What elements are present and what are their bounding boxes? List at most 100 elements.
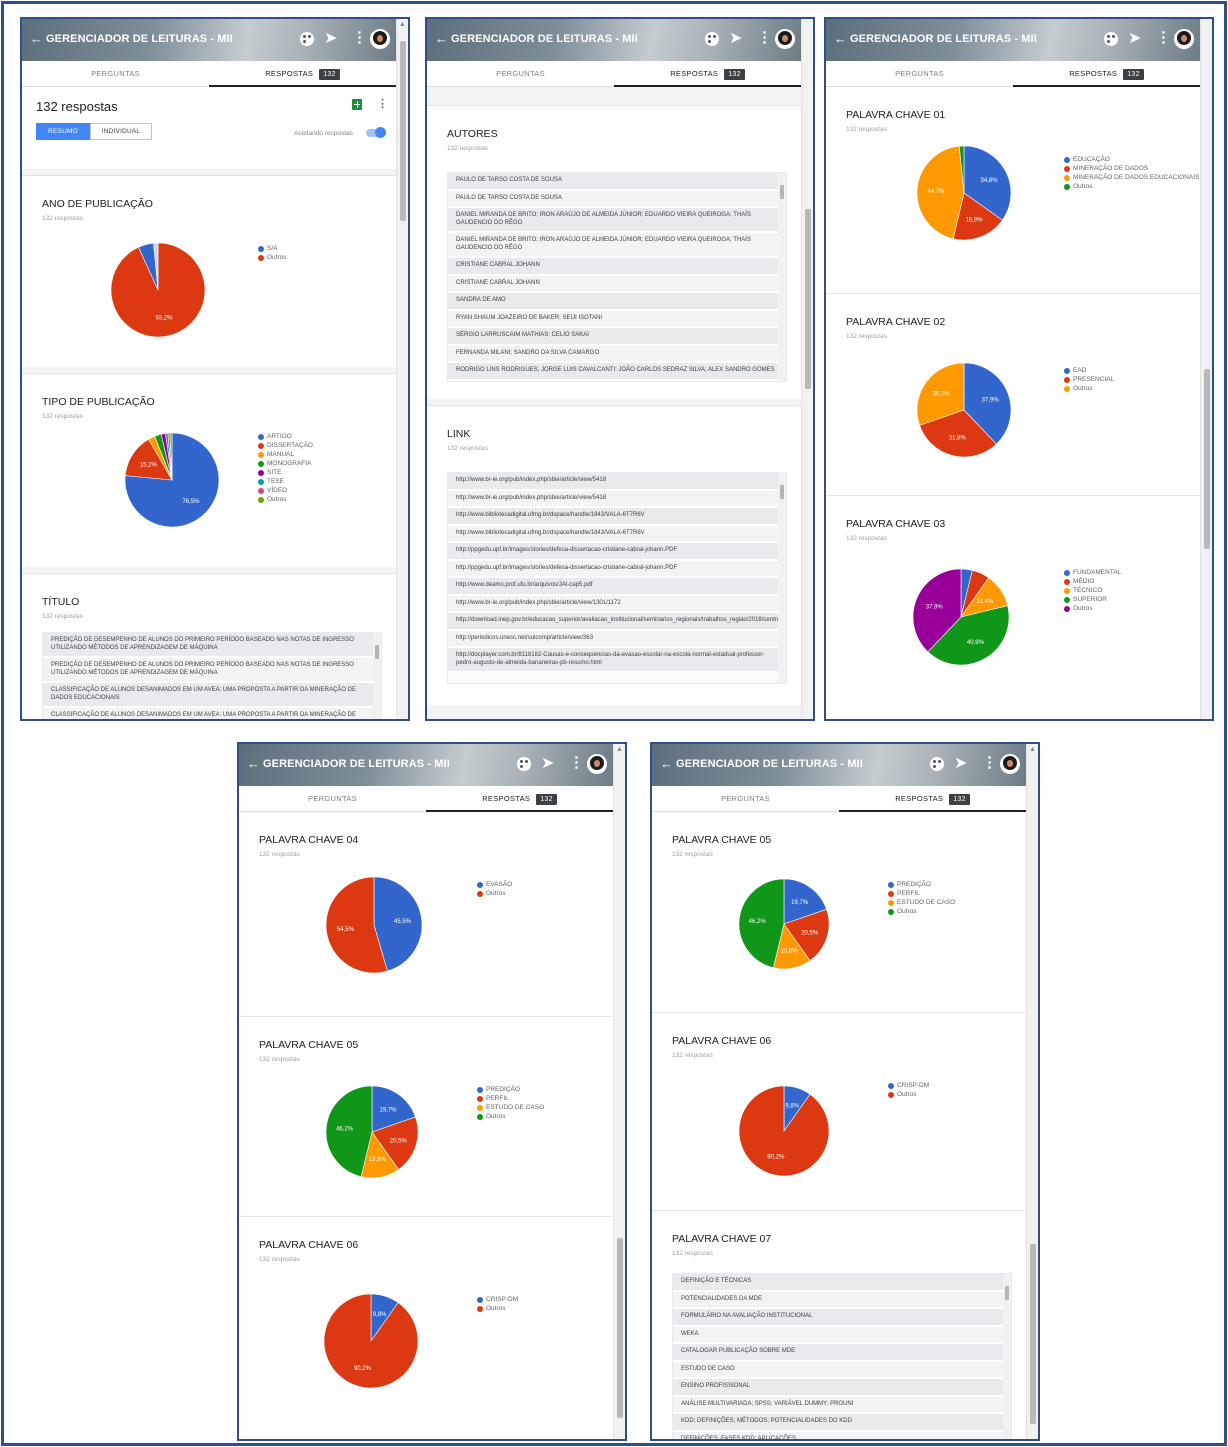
legend-swatch	[1064, 183, 1070, 190]
palette-icon[interactable]	[1104, 32, 1118, 46]
list-scrollbar[interactable]	[778, 473, 786, 683]
response-list[interactable]: PAULO DE TARSO COSTA DE SOUSA PAULO DE TA…	[447, 172, 787, 382]
scroll-up-icon[interactable]: ▲	[1029, 746, 1036, 753]
more-options-icon[interactable]: ⋮	[352, 30, 367, 46]
response-count: 132 respostas	[259, 851, 300, 858]
slice-label: 37,9%	[926, 604, 944, 610]
tab-respostas[interactable]: RESPOSTAS 132	[426, 786, 613, 812]
legend-label: MINERAÇÃO DE DADOS	[1073, 165, 1149, 172]
list-item: http://www.br-ie.org/pub/index.php/sbie/…	[448, 473, 786, 491]
list-scrollbar[interactable]	[1003, 1274, 1011, 1439]
palette-icon[interactable]	[705, 32, 719, 46]
send-icon[interactable]: ➤	[729, 31, 742, 47]
slice-label: 90,2%	[354, 1366, 372, 1372]
tab-perguntas[interactable]: PERGUNTAS	[427, 61, 614, 87]
scroll-up-icon[interactable]: ▲	[616, 746, 623, 753]
legend-label: Outros	[897, 908, 917, 915]
legend-swatch	[477, 1104, 483, 1111]
more-options-icon[interactable]: ⋮	[1156, 30, 1171, 46]
avatar[interactable]	[1000, 754, 1020, 774]
summary-toggle-button[interactable]: RESUMO	[36, 123, 90, 140]
scrollbar[interactable]: ▲	[1026, 744, 1038, 1439]
question-title: PALAVRA CHAVE 07	[672, 1233, 772, 1245]
list-scrollbar-thumb[interactable]	[780, 485, 784, 499]
response-list[interactable]: PREDIÇÃO DE DESEMPENHO DE ALUNOS DO PRIM…	[42, 632, 382, 719]
response-list[interactable]: DEFINIÇÃO E TÉCNICAS POTENCIALIDADES DA M…	[672, 1273, 1012, 1439]
accepting-responses-label: Aceitando respostas	[294, 130, 353, 137]
more-options-icon[interactable]: ⋮	[982, 755, 997, 771]
scrollbar-thumb[interactable]	[1204, 369, 1210, 549]
pie-chart: 19,7% 20,5% 13,6% 46,2%	[325, 1085, 419, 1179]
back-arrow-icon[interactable]: ←	[247, 756, 260, 771]
scroll-up-icon[interactable]: ▲	[399, 21, 406, 28]
scrollbar[interactable]: ▲	[396, 19, 408, 719]
pie-slice	[738, 1085, 830, 1177]
scrollbar-thumb[interactable]	[805, 209, 811, 389]
question-title: PALAVRA CHAVE 06	[672, 1035, 772, 1047]
list-scrollbar[interactable]	[373, 633, 381, 719]
form-title: GERENCIADOR DE LEITURAS - MII	[676, 758, 863, 770]
legend-label: TESE	[267, 478, 284, 485]
scrollbar-thumb[interactable]	[617, 1238, 623, 1418]
question-title: PALAVRA CHAVE 01	[846, 109, 946, 121]
legend-label: Outros	[897, 1091, 917, 1098]
list-scrollbar-thumb[interactable]	[375, 645, 379, 659]
response-list[interactable]: http://www.br-ie.org/pub/index.php/sbie/…	[447, 472, 787, 684]
tab-respostas[interactable]: RESPOSTAS 132	[614, 61, 801, 87]
list-item: POTENCIALIDADES DA MDE	[673, 1291, 1011, 1309]
tab-respostas[interactable]: RESPOSTAS 132	[839, 786, 1026, 812]
individual-toggle-button[interactable]: INDIVIDUAL	[90, 123, 152, 140]
tab-perguntas[interactable]: PERGUNTAS	[239, 786, 426, 812]
back-arrow-icon[interactable]: ←	[660, 756, 673, 771]
screenshot-panel-3: ← GERENCIADOR DE LEITURAS - MII ➤ ⋮ PERG…	[824, 17, 1214, 721]
send-icon[interactable]: ➤	[954, 756, 967, 772]
legend-swatch	[258, 245, 264, 252]
more-options-icon[interactable]: ⋮	[757, 30, 772, 46]
legend-item: SITE	[258, 468, 313, 477]
back-arrow-icon[interactable]: ←	[435, 31, 448, 46]
tab-perguntas[interactable]: PERGUNTAS	[652, 786, 839, 812]
more-options-icon[interactable]: ⋮	[377, 97, 388, 110]
scrollbar[interactable]: ▲	[613, 744, 625, 1439]
avatar[interactable]	[1174, 29, 1194, 49]
legend-item: Outros	[477, 1112, 544, 1121]
more-options-icon[interactable]: ⋮	[569, 755, 584, 771]
legend-item: EAD	[1064, 366, 1114, 375]
avatar[interactable]	[775, 29, 795, 49]
pie-chart: 9,8% 90,2%	[738, 1085, 830, 1177]
scrollbar[interactable]	[801, 19, 813, 719]
send-icon[interactable]: ➤	[541, 756, 554, 772]
send-icon[interactable]: ➤	[324, 31, 337, 47]
scrollbar-thumb[interactable]	[1030, 1244, 1036, 1424]
back-arrow-icon[interactable]: ←	[834, 31, 847, 46]
list-item: http://www.bibliotecadigital.ufmg.br/dsp…	[448, 525, 786, 543]
tab-respostas[interactable]: RESPOSTAS 132	[1013, 61, 1200, 87]
question-card-pc06: PALAVRA CHAVE 06 132 respostas 9,8% 90,2%…	[239, 1216, 613, 1426]
list-scrollbar-thumb[interactable]	[780, 185, 784, 199]
legend-label: MANUAL	[267, 451, 295, 458]
form-title: GERENCIADOR DE LEITURAS - MII	[850, 33, 1037, 45]
tab-respostas[interactable]: RESPOSTAS 132	[209, 61, 396, 87]
palette-icon[interactable]	[300, 32, 314, 46]
legend-item: MINERAÇÃO DE DADOS EDUCACIONAIS	[1064, 173, 1199, 182]
palette-icon[interactable]	[930, 757, 944, 771]
legend-label: CRISP-DM	[486, 1296, 519, 1303]
palette-icon[interactable]	[517, 757, 531, 771]
list-scrollbar[interactable]	[778, 173, 786, 381]
question-title: AUTORES	[447, 128, 498, 140]
tab-perguntas[interactable]: PERGUNTAS	[826, 61, 1013, 87]
legend-item: Outros	[1064, 384, 1114, 393]
legend-item: PREDIÇÃO	[477, 1085, 544, 1094]
send-icon[interactable]: ➤	[1128, 31, 1141, 47]
tab-perguntas[interactable]: PERGUNTAS	[22, 61, 209, 87]
spreadsheet-icon[interactable]	[352, 99, 362, 110]
scrollbar[interactable]	[1200, 19, 1212, 719]
avatar[interactable]	[370, 29, 390, 49]
avatar[interactable]	[587, 754, 607, 774]
legend-swatch	[888, 899, 894, 906]
list-scrollbar-thumb[interactable]	[1005, 1286, 1009, 1300]
scrollbar-thumb[interactable]	[400, 41, 406, 221]
accepting-responses-toggle[interactable]	[366, 127, 386, 138]
legend-label: S/A	[267, 245, 278, 252]
back-arrow-icon[interactable]: ←	[30, 31, 43, 46]
